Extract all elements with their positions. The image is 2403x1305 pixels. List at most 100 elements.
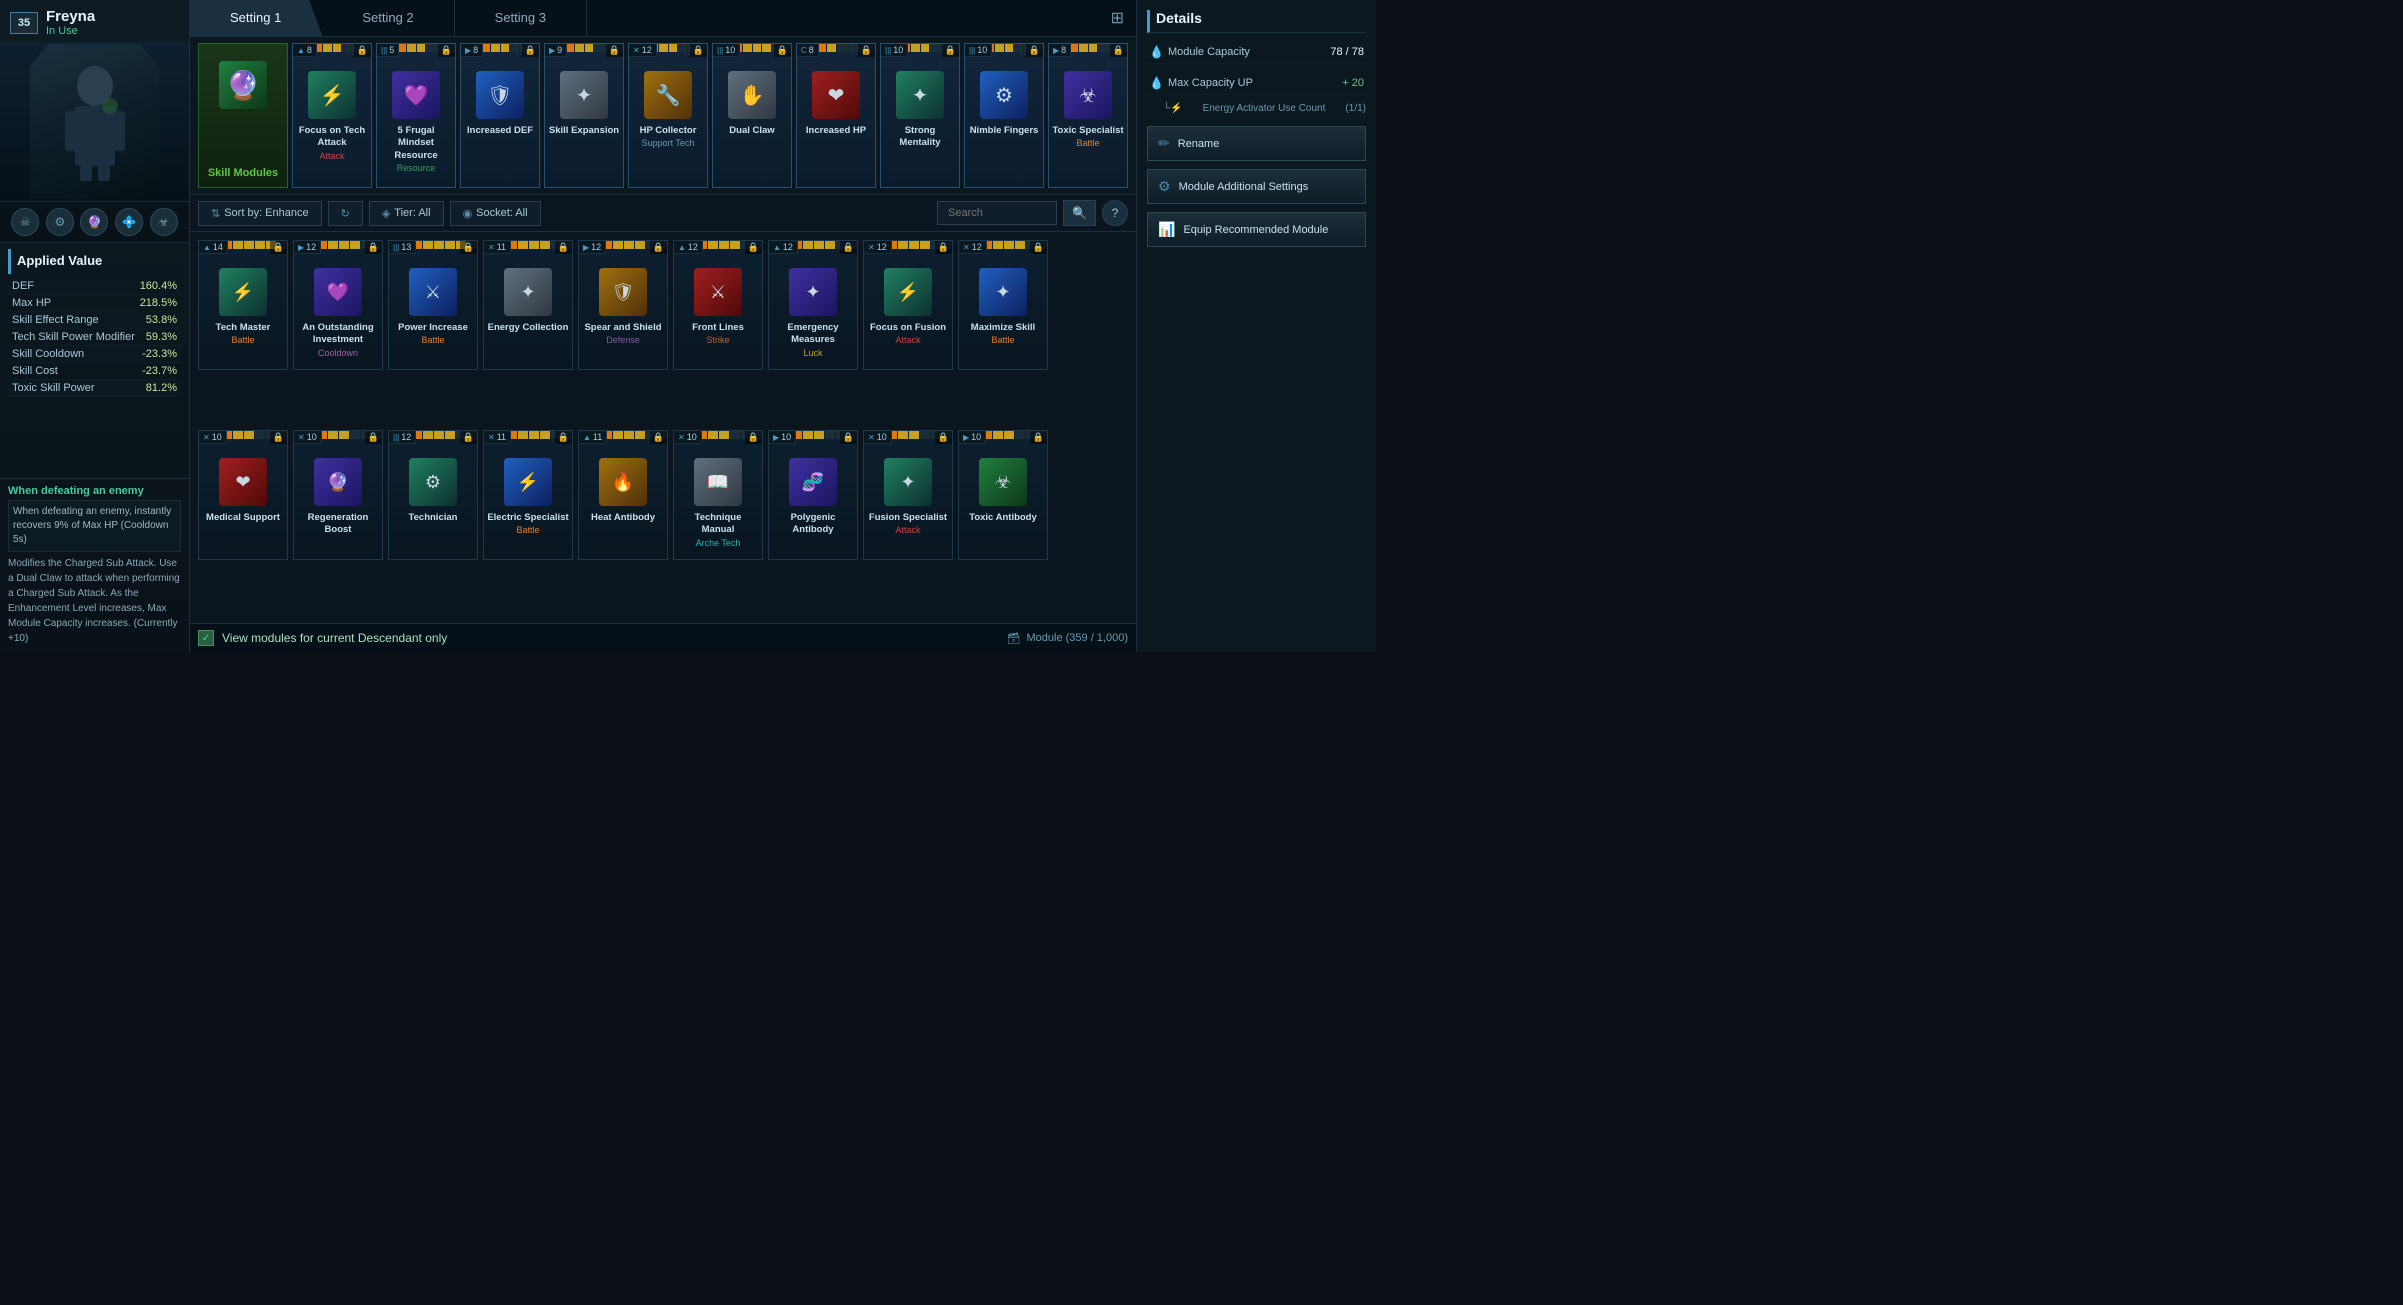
module-art-inner: ⚙ bbox=[980, 71, 1028, 119]
search-input[interactable] bbox=[937, 201, 1057, 225]
module-name: Technique Manual bbox=[674, 511, 762, 538]
lock-icon: 🔒 bbox=[942, 44, 959, 57]
tier-segment bbox=[993, 431, 1003, 439]
refresh-btn[interactable]: ↻ bbox=[328, 201, 363, 226]
lock-icon: 🔒 bbox=[774, 44, 791, 57]
char-icon-4[interactable]: 💠 bbox=[115, 208, 143, 236]
equip-recommended-label: Equip Recommended Module bbox=[1183, 224, 1328, 236]
portrait-silhouette bbox=[30, 44, 160, 199]
help-button[interactable]: ? bbox=[1102, 200, 1128, 226]
module-art-inner: 🔮 bbox=[219, 61, 267, 109]
tier-segment bbox=[540, 241, 550, 249]
tier-segment bbox=[814, 431, 824, 439]
lock-icon: 🔒 bbox=[1110, 44, 1127, 57]
grid-module-card[interactable]: ▶10 🔒 ☣ Toxic Antibody bbox=[958, 430, 1048, 560]
equipped-module-card[interactable]: ▶8 🔒 ☣ Toxic Specialist Battle bbox=[1048, 43, 1128, 188]
equipped-module-card[interactable]: ▶9 🔒 ✦ Skill Expansion bbox=[544, 43, 624, 188]
equipped-module-card[interactable]: |||5 🔒 💜 5 Frugal Mindset Resource Resou… bbox=[376, 43, 456, 188]
lock-icon: 🔒 bbox=[858, 44, 875, 57]
module-count-value: Module (359 / 1,000) bbox=[1026, 632, 1128, 644]
module-capacity-label: 💧 Module Capacity bbox=[1149, 45, 1250, 59]
grid-module-card[interactable]: |||12 🔒 ⚙ Technician bbox=[388, 430, 478, 560]
equipped-module-card[interactable]: C8 🔒 ❤ Increased HP bbox=[796, 43, 876, 188]
module-type: Luck bbox=[803, 348, 822, 361]
module-name: Dual Claw bbox=[726, 124, 777, 138]
grid-module-card[interactable]: ✕10 🔒 📖 Technique Manual Arche Tech bbox=[673, 430, 763, 560]
tier-segment bbox=[594, 44, 603, 52]
module-art: ✦ bbox=[786, 265, 840, 319]
tier-btn[interactable]: ◈ Tier: All bbox=[369, 201, 444, 226]
grid-module-card[interactable]: ▶12 🔒 🛡 Spear and Shield Defense bbox=[578, 240, 668, 370]
rename-button[interactable]: ✏ Rename bbox=[1147, 126, 1366, 161]
right-panel: Details 💧 Module Capacity 78 / 78 💧 Max … bbox=[1136, 0, 1376, 652]
equipped-module-card[interactable]: |||10 🔒 ⚙ Nimble Fingers bbox=[964, 43, 1044, 188]
equipped-module-card[interactable]: ✕12 🔒 🔧 HP Collector Support Tech bbox=[628, 43, 708, 188]
module-level: ✕10 bbox=[864, 431, 892, 444]
grid-module-card[interactable]: ✕11 🔒 ⚡ Electric Specialist Battle bbox=[483, 430, 573, 560]
tab-setting-3[interactable]: Setting 3 bbox=[455, 0, 587, 36]
tier-segment bbox=[1014, 44, 1023, 52]
module-name: Medical Support bbox=[203, 511, 283, 525]
tier-segment bbox=[827, 44, 836, 52]
stat-name: Skill Effect Range bbox=[12, 314, 99, 326]
module-art-inner: 🧬 bbox=[789, 458, 837, 506]
grid-view-icon[interactable]: ⊞ bbox=[1099, 0, 1136, 36]
tier-segment bbox=[613, 241, 623, 249]
energy-icon: └⚡ bbox=[1163, 103, 1183, 114]
grid-module-card[interactable]: ▲12 🔒 ✦ Emergency Measures Luck bbox=[768, 240, 858, 370]
char-icon-2[interactable]: ⚙ bbox=[46, 208, 74, 236]
grid-module-card[interactable]: ▲12 🔒 ⚔ Front Lines Strike bbox=[673, 240, 763, 370]
socket-btn[interactable]: ◉ Socket: All bbox=[450, 201, 541, 226]
tier-segment bbox=[659, 44, 668, 52]
module-art: ✦ bbox=[501, 265, 555, 319]
grid-module-card[interactable]: |||13 🔒 ⚔ Power Increase Battle bbox=[388, 240, 478, 370]
ability-detail: Modifies the Charged Sub Attack. Use a D… bbox=[8, 556, 181, 646]
equip-recommended-button[interactable]: 📊 Equip Recommended Module bbox=[1147, 212, 1366, 247]
tabs-bar: Setting 1 Setting 2 Setting 3 ⊞ bbox=[190, 0, 1136, 37]
sort-btn[interactable]: ⇅ Sort by: Enhance bbox=[198, 201, 322, 226]
grid-module-card[interactable]: ✕12 🔒 ⚡ Focus on Fusion Attack bbox=[863, 240, 953, 370]
grid-module-card[interactable]: ▲11 🔒 🔥 Heat Antibody bbox=[578, 430, 668, 560]
stat-name: Skill Cooldown bbox=[12, 348, 84, 360]
module-name: Maximize Skill bbox=[968, 321, 1038, 335]
module-art-inner: ✦ bbox=[896, 71, 944, 119]
equipped-module-card[interactable]: |||10 🔒 ✦ Strong Mentality bbox=[880, 43, 960, 188]
grid-module-card[interactable]: ✕10 🔒 🔮 Regeneration Boost bbox=[293, 430, 383, 560]
tier-segment bbox=[575, 44, 584, 52]
tier-segment bbox=[328, 241, 338, 249]
socket-label: Socket: All bbox=[476, 207, 527, 219]
grid-module-card[interactable]: ▶12 🔒 💜 An Outstanding Investment Cooldo… bbox=[293, 240, 383, 370]
module-art-inner: ⚔ bbox=[694, 268, 742, 316]
grid-module-card[interactable]: ✕10 🔒 ❤ Medical Support bbox=[198, 430, 288, 560]
equipped-module-card[interactable]: ▶8 🔒 🛡 Increased DEF bbox=[460, 43, 540, 188]
char-icon-5[interactable]: ☣ bbox=[150, 208, 178, 236]
max-capacity-label: 💧 Max Capacity UP bbox=[1149, 76, 1253, 90]
module-name: HP Collector bbox=[637, 124, 700, 138]
char-icon-1[interactable]: ☠ bbox=[11, 208, 39, 236]
module-level: |||12 bbox=[389, 431, 416, 444]
module-art: ✋ bbox=[725, 68, 779, 122]
tier-segment bbox=[529, 431, 539, 439]
module-count: 🗃 Module (359 / 1,000) bbox=[1007, 632, 1128, 645]
tab-setting-1[interactable]: Setting 1 bbox=[190, 0, 322, 36]
equipped-module-card[interactable]: ▲8 🔒 ⚡ Focus on Tech Attack Attack bbox=[292, 43, 372, 188]
module-name: Nimble Fingers bbox=[967, 124, 1042, 138]
tier-segment bbox=[423, 241, 433, 249]
stat-row: Tech Skill Power Modifier59.3% bbox=[8, 329, 181, 346]
tab-setting-2[interactable]: Setting 2 bbox=[322, 0, 454, 36]
grid-module-card[interactable]: ▲14 🔒 ⚡ Tech Master Battle bbox=[198, 240, 288, 370]
descendant-filter-checkbox[interactable]: ✓ bbox=[198, 630, 214, 646]
details-title: Details bbox=[1147, 10, 1366, 33]
search-button[interactable]: 🔍 bbox=[1063, 200, 1096, 226]
equipped-module-card[interactable]: |||10 🔒 ✋ Dual Claw bbox=[712, 43, 792, 188]
grid-module-card[interactable]: ✕11 🔒 ✦ Energy Collection bbox=[483, 240, 573, 370]
grid-module-card[interactable]: ▶10 🔒 🧬 Polygenic Antibody bbox=[768, 430, 858, 560]
equipped-skill-modules-card[interactable]: 🔮 Skill Modules bbox=[198, 43, 288, 188]
tier-segment bbox=[730, 241, 740, 249]
module-level: ✕12 bbox=[959, 241, 987, 254]
module-settings-button[interactable]: ⚙ Module Additional Settings bbox=[1147, 169, 1366, 204]
grid-module-card[interactable]: ✕10 🔒 ✦ Fusion Specialist Attack bbox=[863, 430, 953, 560]
grid-module-card[interactable]: ✕12 🔒 ✦ Maximize Skill Battle bbox=[958, 240, 1048, 370]
char-icon-3[interactable]: 🔮 bbox=[80, 208, 108, 236]
tier-segment bbox=[342, 44, 351, 52]
